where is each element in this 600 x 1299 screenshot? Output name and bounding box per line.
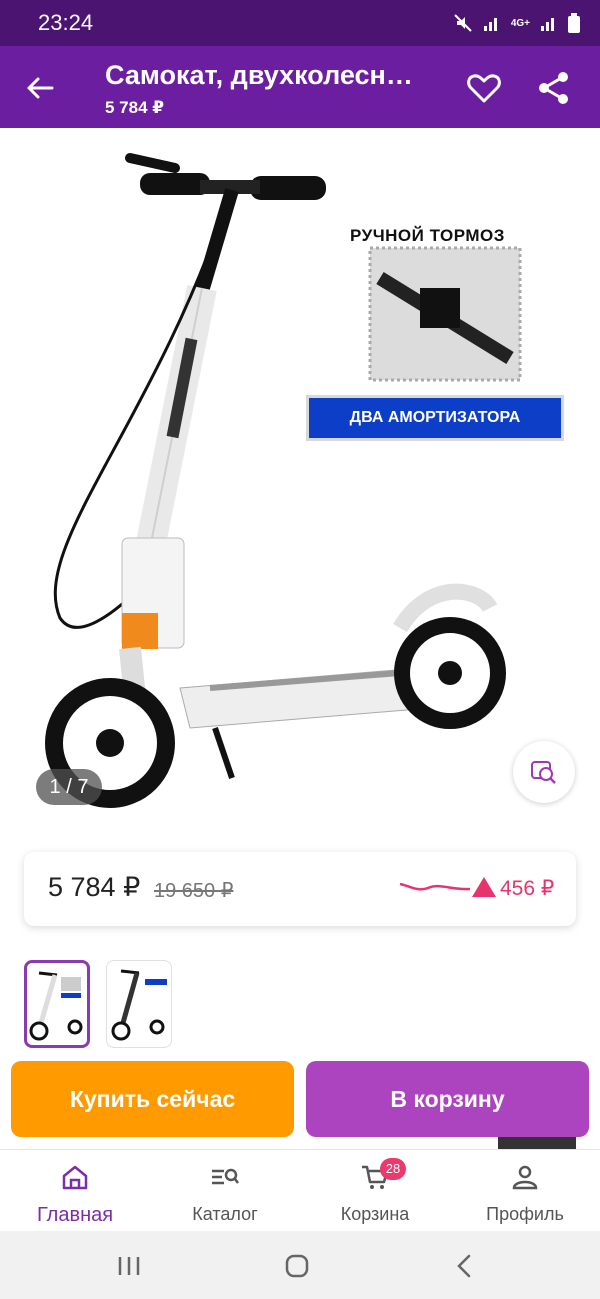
current-price: 5 784 ₽ [48, 872, 141, 902]
signal-icon-2 [541, 18, 554, 31]
nav-cart[interactable]: Корзина [300, 1150, 450, 1232]
promo-badge: ДВА АМОРТИЗАТОРА [306, 395, 564, 441]
product-image-gallery[interactable]: РУЧНОЙ ТОРМОЗ ДВА АМОРТИЗАТОРА [0, 128, 600, 828]
home-icon [62, 1165, 88, 1190]
app-bar: Самокат, двухколесн… 5 784 ₽ [0, 46, 600, 128]
nav-home[interactable]: Главная [0, 1150, 150, 1232]
add-to-cart-button[interactable]: В корзину [306, 1061, 589, 1137]
price-card[interactable]: 5 784 ₽ 19 650 ₽ 456 ₽ [24, 852, 576, 926]
favorite-heart-icon[interactable] [466, 70, 502, 106]
thumbnail-strip [24, 960, 172, 1050]
content-peek [498, 1137, 576, 1149]
system-navigation-bar [0, 1231, 600, 1299]
product-title: Самокат, двухколесн… [105, 60, 413, 90]
image-counter: 1 / 7 [36, 769, 102, 805]
signal-icon [483, 18, 497, 31]
buy-now-button[interactable]: Купить сейчас [11, 1061, 294, 1137]
triangle-up-icon [472, 877, 496, 897]
back-button-icon[interactable] [452, 1253, 478, 1279]
network-type: 4G+ [510, 17, 530, 29]
price-trend-sparkline [399, 882, 471, 891]
header-price: 5 784 ₽ [105, 98, 165, 117]
cart-count-badge: 28 [380, 1158, 406, 1180]
recent-apps-icon[interactable] [116, 1253, 142, 1279]
old-price: 19 650 ₽ [154, 880, 234, 902]
nav-catalog[interactable]: Каталог [150, 1150, 300, 1232]
price-delta-value: 456 ₽ [500, 877, 555, 900]
scooter-image [45, 153, 522, 808]
catalog-search-icon [212, 1168, 239, 1185]
profile-icon [512, 1165, 538, 1190]
promo-title: РУЧНОЙ ТОРМОЗ [350, 226, 505, 245]
nav-profile-label: Профиль [486, 1204, 564, 1224]
back-arrow-icon[interactable] [22, 70, 58, 106]
scooter-thumbnail-black [111, 969, 167, 1041]
status-time: 23:24 [38, 10, 94, 35]
image-search-icon [531, 761, 556, 784]
nav-home-label: Главная [36, 1204, 114, 1226]
status-icons: 4G+ [453, 13, 580, 33]
mute-icon [454, 14, 472, 32]
home-button-icon[interactable] [284, 1253, 310, 1279]
bottom-navigation: Главная Каталог Корзина 28 Профиль [0, 1149, 600, 1231]
battery-icon [568, 13, 580, 33]
nav-cart-label: Корзина [340, 1204, 410, 1224]
thumbnail-2[interactable] [106, 960, 172, 1048]
share-icon[interactable] [536, 70, 572, 106]
nav-catalog-label: Каталог [192, 1204, 258, 1224]
scooter-thumbnail [29, 971, 83, 1041]
price-delta: 456 ₽ [472, 876, 554, 901]
thumbnail-1[interactable] [24, 960, 90, 1048]
status-bar: 23:24 4G+ [0, 0, 600, 46]
nav-profile[interactable]: Профиль [450, 1150, 600, 1232]
visual-search-button[interactable] [513, 741, 575, 803]
